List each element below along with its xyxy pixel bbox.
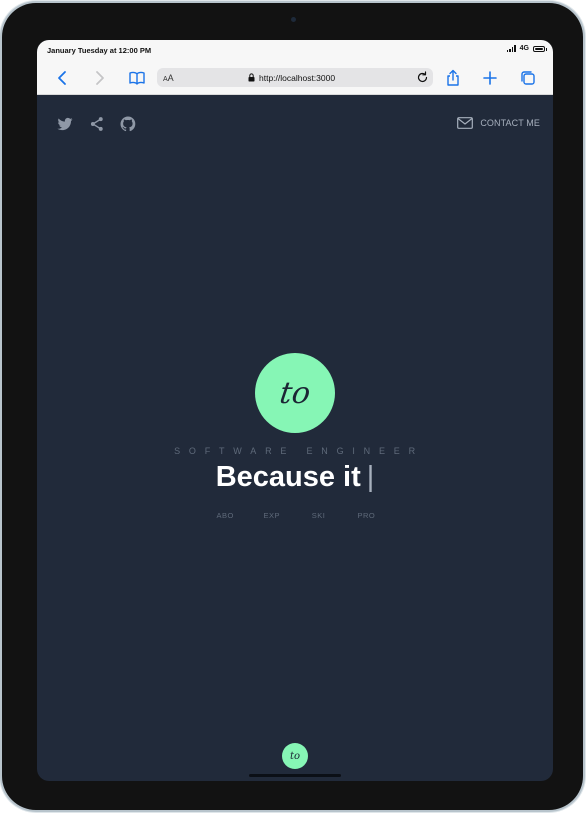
contact-label: CONTACT ME	[480, 118, 540, 128]
web-page: CONTACT ME to SOFTWARE ENGINEER Because …	[37, 95, 553, 781]
chevron-right-icon	[96, 71, 104, 85]
nav-link-skills[interactable]: SKI	[311, 511, 327, 520]
nav-link-about[interactable]: ABO	[217, 511, 234, 520]
plus-icon	[483, 71, 497, 85]
github-icon	[120, 116, 136, 132]
text-size-button[interactable]: AA	[163, 73, 174, 83]
browser-toolbar: AA http://localhost:3000	[37, 62, 553, 95]
headline-text: Because it	[215, 461, 361, 493]
front-camera	[291, 17, 296, 22]
home-indicator	[249, 774, 341, 777]
footer-logo-button[interactable]: to	[282, 743, 308, 769]
network-type: 4G	[519, 45, 529, 52]
footer-logo-text: to	[289, 750, 301, 762]
nav-link-experience[interactable]: EXP	[264, 511, 280, 520]
share-link[interactable]	[88, 115, 106, 133]
status-bar: January Tuesday at 12:00 PM 4G	[37, 40, 553, 62]
nav-link-projects[interactable]: PRO	[358, 511, 375, 520]
contact-me-link[interactable]: CONTACT ME	[457, 117, 540, 129]
share-button[interactable]	[444, 69, 462, 87]
status-indicators: 4G	[506, 45, 547, 52]
section-nav: ABO EXP SKI PRO	[37, 511, 553, 520]
address-bar[interactable]: AA http://localhost:3000	[157, 68, 433, 87]
mail-icon	[457, 117, 474, 129]
url-text: http://localhost:3000	[259, 73, 336, 83]
share-up-icon	[447, 69, 459, 86]
reload-icon[interactable]	[416, 71, 429, 84]
battery-icon	[533, 45, 547, 52]
signal-icon	[506, 45, 516, 52]
book-icon	[129, 71, 145, 85]
tablet-frame: January Tuesday at 12:00 PM 4G AA http:/…	[2, 3, 583, 810]
tabs-icon	[521, 71, 535, 85]
github-link[interactable]	[119, 115, 137, 133]
screen: January Tuesday at 12:00 PM 4G AA http:/…	[37, 40, 553, 781]
twitter-icon	[57, 117, 73, 131]
forward-button[interactable]	[90, 69, 108, 87]
status-time: January Tuesday at 12:00 PM	[47, 46, 152, 55]
lock-icon	[248, 73, 255, 82]
logo-text: to	[277, 375, 313, 411]
logo: to	[255, 353, 335, 433]
headline: Because it |	[37, 461, 553, 494]
back-button[interactable]	[54, 69, 72, 87]
twitter-link[interactable]	[56, 115, 74, 133]
new-tab-button[interactable]	[481, 69, 499, 87]
typing-cursor: |	[366, 461, 375, 493]
bookmarks-button[interactable]	[128, 69, 146, 87]
subtitle: SOFTWARE ENGINEER	[174, 446, 424, 456]
chevron-left-icon	[58, 71, 66, 85]
share-icon	[90, 117, 103, 131]
tabs-button[interactable]	[519, 69, 537, 87]
